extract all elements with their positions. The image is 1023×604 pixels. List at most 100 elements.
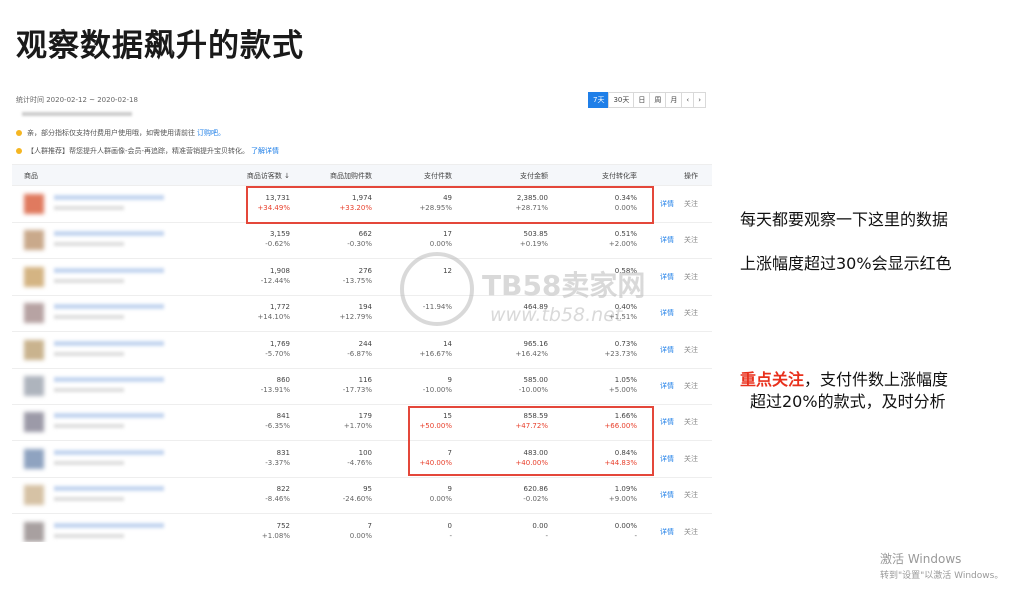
amount-value: 0.00 <box>532 521 548 530</box>
detail-link[interactable]: 详情 <box>660 381 674 391</box>
follow-link[interactable]: 关注 <box>684 345 698 355</box>
product-name-blurred[interactable] <box>54 340 164 346</box>
period-tab[interactable]: 月 <box>665 92 683 108</box>
blurred-text <box>22 112 132 116</box>
detail-link[interactable]: 详情 <box>660 527 674 537</box>
product-thumbnail[interactable] <box>24 448 44 469</box>
col-paid-amount[interactable]: 支付金额 <box>468 171 548 181</box>
paid-change: +16.67% <box>419 349 452 358</box>
table-row: 860 -13.91% 116 -17.73% 9 -10.00% 585.00 -10.00… <box>12 368 712 405</box>
detail-link[interactable]: 详情 <box>660 454 674 464</box>
cell-amount: 0.00- <box>468 521 548 541</box>
follow-link[interactable]: 关注 <box>684 417 698 427</box>
cart-value: 179 <box>358 412 372 421</box>
product-meta-blurred <box>54 242 124 247</box>
learn-more-link[interactable]: 了解详情 <box>251 146 279 156</box>
cell-amount: 503.85 +0.19% <box>468 229 548 249</box>
rate-value: 1.05% <box>614 376 637 384</box>
tip-text: 亲，部分指标仅支持付费用户使用哦，如需使用请前往 <box>27 129 195 137</box>
cell-visitors: 831 -3.37% <box>210 448 290 468</box>
visitors-change: -0.62% <box>265 240 290 249</box>
product-name-blurred[interactable] <box>54 522 164 528</box>
product-name-blurred[interactable] <box>54 267 164 273</box>
cell-cart: 662 -0.30% <box>292 229 372 249</box>
paid-value: 0 <box>447 521 452 530</box>
table-header: 商品 商品访客数 ↓ 商品加购件数 支付件数 支付金额 支付转化率 操作 <box>12 164 712 186</box>
watermark-brand: TB58卖家网 <box>482 269 646 302</box>
period-tab[interactable]: 日 <box>633 92 651 108</box>
note-focus-2: 超过20%的款式，及时分析 <box>750 392 946 411</box>
subscribe-link[interactable]: 订购吧。 <box>197 128 225 138</box>
detail-link[interactable]: 详情 <box>660 272 674 282</box>
product-meta-blurred <box>54 351 124 356</box>
cell-cart: 7 0.00% <box>292 521 372 541</box>
cart-change: -0.30% <box>347 240 372 249</box>
windows-activation-subtitle: 转到"设置"以激活 Windows。 <box>880 571 1004 581</box>
cell-visitors: 860 -13.91% <box>210 375 290 395</box>
period-tab[interactable]: 周 <box>649 92 667 108</box>
follow-link[interactable]: 关注 <box>684 381 698 391</box>
cart-value: 95 <box>363 485 372 494</box>
visitors-change: +1.08% <box>261 531 290 540</box>
note-focus: 重点关注，支付件数上涨幅度 <box>740 366 948 390</box>
amount-value: 503.85 <box>523 230 549 239</box>
product-name-blurred[interactable] <box>54 195 164 200</box>
follow-link[interactable]: 关注 <box>684 490 698 500</box>
product-thumbnail[interactable] <box>24 230 44 251</box>
detail-link[interactable]: 详情 <box>660 345 674 355</box>
visitors-value: 1,772 <box>269 303 290 312</box>
col-visitors[interactable]: 商品访客数 ↓ <box>210 171 290 181</box>
paid-change: 0.00% <box>429 240 452 249</box>
product-thumbnail[interactable] <box>24 339 44 360</box>
product-name-blurred[interactable] <box>54 304 164 310</box>
note-focus-text: ，支付件数上涨幅度 <box>804 370 949 389</box>
product-thumbnail[interactable] <box>24 303 44 324</box>
period-tab[interactable]: › <box>693 92 706 108</box>
cell-visitors: 822 -8.46% <box>210 484 290 504</box>
product-name-blurred[interactable] <box>54 486 164 492</box>
detail-link[interactable]: 详情 <box>660 417 674 427</box>
detail-link[interactable]: 详情 <box>660 308 674 318</box>
product-thumbnail[interactable] <box>24 521 44 542</box>
detail-link[interactable]: 详情 <box>660 235 674 245</box>
cell-rate: 1.05% +5.00% <box>557 375 637 395</box>
product-thumbnail[interactable] <box>24 266 44 287</box>
follow-link[interactable]: 关注 <box>684 527 698 537</box>
col-paid-count[interactable]: 支付件数 <box>372 171 452 181</box>
cell-visitors: 1,908 -12.44% <box>210 266 290 286</box>
detail-link[interactable]: 详情 <box>660 490 674 500</box>
cart-change: +1.70% <box>343 422 372 431</box>
amount-value: 620.86 <box>523 485 549 494</box>
period-tab[interactable]: 7天 <box>587 92 610 108</box>
product-thumbnail[interactable] <box>24 194 44 214</box>
follow-link[interactable]: 关注 <box>684 454 698 464</box>
follow-link[interactable]: 关注 <box>684 199 698 209</box>
cell-cart: 95 -24.60% <box>292 484 372 504</box>
product-name-blurred[interactable] <box>54 449 164 455</box>
visitors-value: 860 <box>276 376 290 384</box>
product-thumbnail[interactable] <box>24 376 44 396</box>
paid-value: 9 <box>447 376 452 384</box>
rate-change: +2.00% <box>608 240 637 249</box>
paid-value: 9 <box>447 485 452 494</box>
follow-link[interactable]: 关注 <box>684 235 698 245</box>
product-name-blurred[interactable] <box>54 231 164 237</box>
note-red-rule: 上涨幅度超过30%会显示红色 <box>740 254 952 273</box>
product-thumbnail[interactable] <box>24 485 44 506</box>
col-conversion[interactable]: 支付转化率 <box>557 171 637 181</box>
cart-change: -4.76% <box>347 458 372 467</box>
product-thumbnail[interactable] <box>24 412 44 433</box>
follow-link[interactable]: 关注 <box>684 308 698 318</box>
cell-cart: 179 +1.70% <box>292 411 372 431</box>
paid-value: 17 <box>443 230 452 239</box>
period-tab[interactable]: 30天 <box>608 92 635 108</box>
cell-paid: 0- <box>372 521 452 541</box>
cart-change: -13.75% <box>342 276 372 285</box>
cell-paid: 9 0.00% <box>372 484 452 504</box>
follow-link[interactable]: 关注 <box>684 272 698 282</box>
detail-link[interactable]: 详情 <box>660 199 674 209</box>
product-name-blurred[interactable] <box>54 413 164 419</box>
col-cart[interactable]: 商品加购件数 <box>292 171 372 181</box>
product-name-blurred[interactable] <box>54 377 164 382</box>
product-meta-blurred <box>54 315 124 320</box>
